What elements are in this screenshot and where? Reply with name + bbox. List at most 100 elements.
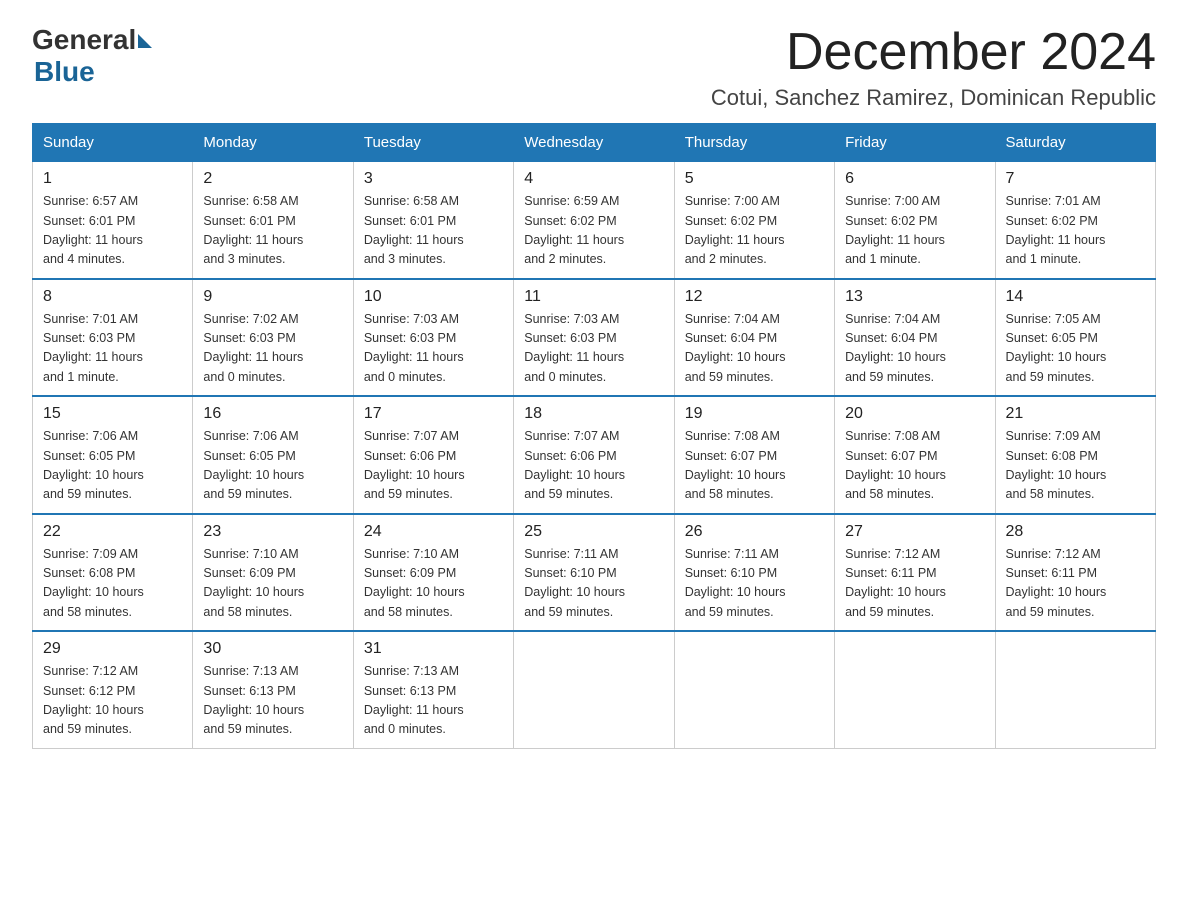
day-number: 22 xyxy=(43,523,182,541)
day-number: 23 xyxy=(203,523,342,541)
month-title: December 2024 xyxy=(711,24,1156,81)
calendar-cell: 13 Sunrise: 7:04 AMSunset: 6:04 PMDayligh… xyxy=(835,279,995,397)
header-monday: Monday xyxy=(193,124,353,162)
calendar-cell: 12 Sunrise: 7:04 AMSunset: 6:04 PMDayligh… xyxy=(674,279,834,397)
day-number: 4 xyxy=(524,170,663,188)
calendar-cell: 8 Sunrise: 7:01 AMSunset: 6:03 PMDaylight… xyxy=(33,279,193,397)
day-number: 8 xyxy=(43,288,182,306)
day-number: 18 xyxy=(524,405,663,423)
day-info: Sunrise: 7:06 AMSunset: 6:05 PMDaylight:… xyxy=(203,427,342,505)
day-info: Sunrise: 7:01 AMSunset: 6:03 PMDaylight:… xyxy=(43,310,182,388)
calendar-cell: 29Sunrise: 7:12 AMSunset: 6:12 PMDayligh… xyxy=(33,631,193,748)
calendar-cell: 24 Sunrise: 7:10 AMSunset: 6:09 PMDayligh… xyxy=(353,514,513,632)
logo-blue-text: Blue xyxy=(34,56,95,88)
logo: General Blue xyxy=(32,24,152,88)
day-number: 25 xyxy=(524,523,663,541)
day-number: 3 xyxy=(364,170,503,188)
day-info: Sunrise: 7:11 AMSunset: 6:10 PMDaylight:… xyxy=(524,545,663,623)
logo-general-text: General xyxy=(32,24,136,56)
calendar-week-row: 1 Sunrise: 6:57 AMSunset: 6:01 PMDaylight… xyxy=(33,162,1156,279)
day-info: Sunrise: 7:12 AMSunset: 6:11 PMDaylight:… xyxy=(1006,545,1145,623)
calendar-week-row: 15 Sunrise: 7:06 AMSunset: 6:05 PMDayligh… xyxy=(33,396,1156,514)
calendar-cell: 31 Sunrise: 7:13 AMSunset: 6:13 PMDayligh… xyxy=(353,631,513,748)
calendar-header-row: SundayMondayTuesdayWednesdayThursdayFrid… xyxy=(33,124,1156,162)
calendar-cell: 19Sunrise: 7:08 AMSunset: 6:07 PMDayligh… xyxy=(674,396,834,514)
header-sunday: Sunday xyxy=(33,124,193,162)
calendar-cell: 17 Sunrise: 7:07 AMSunset: 6:06 PMDayligh… xyxy=(353,396,513,514)
calendar-cell xyxy=(674,631,834,748)
day-info: Sunrise: 7:03 AMSunset: 6:03 PMDaylight:… xyxy=(364,310,503,388)
day-info: Sunrise: 7:07 AMSunset: 6:06 PMDaylight:… xyxy=(364,427,503,505)
header-friday: Friday xyxy=(835,124,995,162)
calendar-cell: 6Sunrise: 7:00 AMSunset: 6:02 PMDaylight… xyxy=(835,162,995,279)
day-info: Sunrise: 7:01 AMSunset: 6:02 PMDaylight:… xyxy=(1006,192,1145,270)
day-info: Sunrise: 7:04 AMSunset: 6:04 PMDaylight:… xyxy=(845,310,984,388)
calendar-table: SundayMondayTuesdayWednesdayThursdayFrid… xyxy=(32,123,1156,749)
day-info: Sunrise: 7:09 AMSunset: 6:08 PMDaylight:… xyxy=(1006,427,1145,505)
day-info: Sunrise: 7:13 AMSunset: 6:13 PMDaylight:… xyxy=(203,662,342,740)
day-info: Sunrise: 7:09 AMSunset: 6:08 PMDaylight:… xyxy=(43,545,182,623)
day-info: Sunrise: 7:10 AMSunset: 6:09 PMDaylight:… xyxy=(203,545,342,623)
day-info: Sunrise: 7:03 AMSunset: 6:03 PMDaylight:… xyxy=(524,310,663,388)
calendar-cell: 26 Sunrise: 7:11 AMSunset: 6:10 PMDayligh… xyxy=(674,514,834,632)
day-info: Sunrise: 7:12 AMSunset: 6:11 PMDaylight:… xyxy=(845,545,984,623)
calendar-cell: 30 Sunrise: 7:13 AMSunset: 6:13 PMDayligh… xyxy=(193,631,353,748)
location-title: Cotui, Sanchez Ramirez, Dominican Republ… xyxy=(711,85,1156,111)
calendar-cell xyxy=(514,631,674,748)
day-number: 31 xyxy=(364,640,503,658)
day-info: Sunrise: 6:59 AMSunset: 6:02 PMDaylight:… xyxy=(524,192,663,270)
day-number: 30 xyxy=(203,640,342,658)
day-number: 14 xyxy=(1006,288,1145,306)
header-tuesday: Tuesday xyxy=(353,124,513,162)
header-thursday: Thursday xyxy=(674,124,834,162)
calendar-week-row: 22 Sunrise: 7:09 AMSunset: 6:08 PMDayligh… xyxy=(33,514,1156,632)
calendar-week-row: 8 Sunrise: 7:01 AMSunset: 6:03 PMDaylight… xyxy=(33,279,1156,397)
day-info: Sunrise: 7:05 AMSunset: 6:05 PMDaylight:… xyxy=(1006,310,1145,388)
day-number: 12 xyxy=(685,288,824,306)
day-info: Sunrise: 7:04 AMSunset: 6:04 PMDaylight:… xyxy=(685,310,824,388)
day-info: Sunrise: 7:02 AMSunset: 6:03 PMDaylight:… xyxy=(203,310,342,388)
calendar-cell: 25 Sunrise: 7:11 AMSunset: 6:10 PMDayligh… xyxy=(514,514,674,632)
day-info: Sunrise: 7:13 AMSunset: 6:13 PMDaylight:… xyxy=(364,662,503,740)
calendar-cell: 18 Sunrise: 7:07 AMSunset: 6:06 PMDayligh… xyxy=(514,396,674,514)
calendar-cell: 28 Sunrise: 7:12 AMSunset: 6:11 PMDayligh… xyxy=(995,514,1155,632)
day-number: 13 xyxy=(845,288,984,306)
day-number: 15 xyxy=(43,405,182,423)
day-number: 7 xyxy=(1006,170,1145,188)
calendar-cell: 7 Sunrise: 7:01 AMSunset: 6:02 PMDaylight… xyxy=(995,162,1155,279)
day-info: Sunrise: 7:07 AMSunset: 6:06 PMDaylight:… xyxy=(524,427,663,505)
day-info: Sunrise: 7:10 AMSunset: 6:09 PMDaylight:… xyxy=(364,545,503,623)
header-saturday: Saturday xyxy=(995,124,1155,162)
calendar-cell: 15 Sunrise: 7:06 AMSunset: 6:05 PMDayligh… xyxy=(33,396,193,514)
calendar-cell xyxy=(995,631,1155,748)
calendar-cell: 9Sunrise: 7:02 AMSunset: 6:03 PMDaylight… xyxy=(193,279,353,397)
calendar-cell: 11Sunrise: 7:03 AMSunset: 6:03 PMDayligh… xyxy=(514,279,674,397)
calendar-cell: 4 Sunrise: 6:59 AMSunset: 6:02 PMDaylight… xyxy=(514,162,674,279)
day-number: 2 xyxy=(203,170,342,188)
day-number: 16 xyxy=(203,405,342,423)
day-info: Sunrise: 7:08 AMSunset: 6:07 PMDaylight:… xyxy=(685,427,824,505)
calendar-cell xyxy=(835,631,995,748)
page-header: General Blue December 2024 Cotui, Sanche… xyxy=(32,24,1156,111)
calendar-cell: 5Sunrise: 7:00 AMSunset: 6:02 PMDaylight… xyxy=(674,162,834,279)
calendar-cell: 27 Sunrise: 7:12 AMSunset: 6:11 PMDayligh… xyxy=(835,514,995,632)
day-number: 24 xyxy=(364,523,503,541)
day-number: 6 xyxy=(845,170,984,188)
calendar-cell: 2Sunrise: 6:58 AMSunset: 6:01 PMDaylight… xyxy=(193,162,353,279)
day-number: 27 xyxy=(845,523,984,541)
calendar-cell: 21 Sunrise: 7:09 AMSunset: 6:08 PMDayligh… xyxy=(995,396,1155,514)
day-info: Sunrise: 6:57 AMSunset: 6:01 PMDaylight:… xyxy=(43,192,182,270)
logo-triangle-icon xyxy=(138,34,152,48)
day-info: Sunrise: 6:58 AMSunset: 6:01 PMDaylight:… xyxy=(364,192,503,270)
day-info: Sunrise: 7:06 AMSunset: 6:05 PMDaylight:… xyxy=(43,427,182,505)
day-info: Sunrise: 7:11 AMSunset: 6:10 PMDaylight:… xyxy=(685,545,824,623)
day-number: 1 xyxy=(43,170,182,188)
title-area: December 2024 Cotui, Sanchez Ramirez, Do… xyxy=(711,24,1156,111)
day-number: 21 xyxy=(1006,405,1145,423)
calendar-cell: 20Sunrise: 7:08 AMSunset: 6:07 PMDayligh… xyxy=(835,396,995,514)
calendar-cell: 22 Sunrise: 7:09 AMSunset: 6:08 PMDayligh… xyxy=(33,514,193,632)
day-number: 28 xyxy=(1006,523,1145,541)
day-info: Sunrise: 7:08 AMSunset: 6:07 PMDaylight:… xyxy=(845,427,984,505)
day-number: 17 xyxy=(364,405,503,423)
day-number: 26 xyxy=(685,523,824,541)
